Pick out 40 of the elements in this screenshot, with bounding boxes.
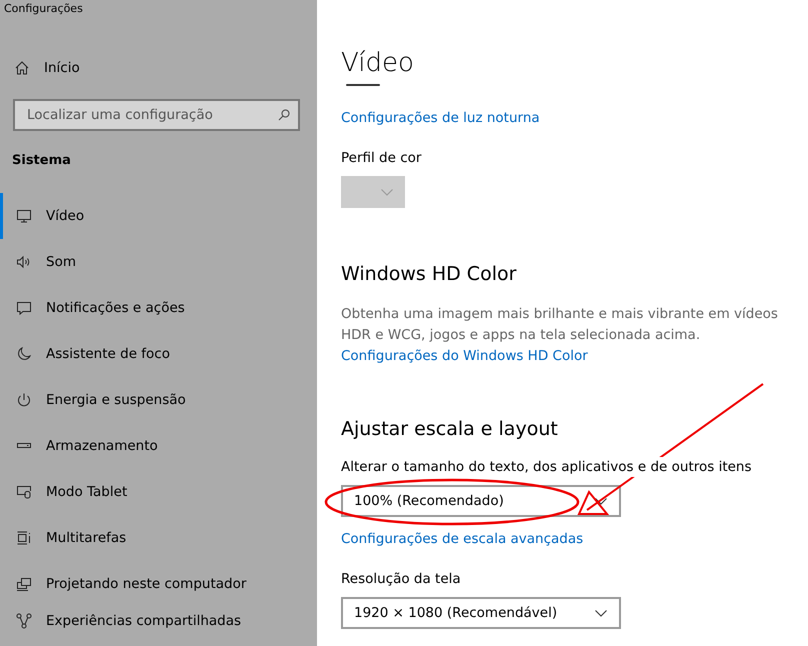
sidebar-item[interactable]: Modo Tablet bbox=[0, 469, 317, 515]
chevron-icon bbox=[595, 498, 607, 504]
sidebar-item[interactable]: Multitarefas bbox=[0, 515, 317, 561]
search-field[interactable]: Localizar uma configuração bbox=[25, 106, 278, 124]
monitor-icon bbox=[16, 208, 32, 224]
sidebar-item[interactable]: Projetando neste computador bbox=[0, 561, 317, 607]
sidebar-item[interactable]: Notificações e ações bbox=[0, 285, 317, 331]
field-label: Resolução da tela bbox=[341, 570, 462, 589]
field-label: Alterar o tamanho do texto, dos aplicativos e de outros itens bbox=[341, 457, 752, 477]
section-heading: Windows HD Color bbox=[341, 262, 518, 287]
resolution-dropdown[interactable]: 1920 × 1080 (Recomendável) bbox=[341, 597, 621, 629]
search-icon bbox=[278, 109, 290, 121]
window-title: Configurações bbox=[4, 2, 84, 16]
power-icon bbox=[16, 392, 32, 408]
section-heading: Ajustar escala e layout bbox=[341, 417, 559, 442]
sidebar-item[interactable]: Armazenamento bbox=[0, 423, 317, 469]
sidebar-item[interactable]: Som bbox=[0, 239, 317, 285]
sidebar-item[interactable]: Energia e suspensão bbox=[0, 377, 317, 423]
night-light-link[interactable]: Configurações de luz noturna bbox=[341, 108, 808, 128]
speaker-icon bbox=[16, 254, 32, 270]
field-label: Perfil de cor bbox=[341, 149, 422, 168]
hd-color-link[interactable]: Configurações do Windows HD Color bbox=[341, 346, 808, 366]
tablet-icon bbox=[16, 484, 32, 500]
sidebar-item[interactable]: Experiências compartilhadas bbox=[0, 607, 317, 635]
advanced-scaling-link[interactable]: Configurações de escala avançadas bbox=[341, 529, 808, 549]
page-title: Vídeo bbox=[341, 47, 415, 80]
moon-icon bbox=[16, 346, 32, 362]
home-icon bbox=[14, 60, 30, 76]
scale-dropdown[interactable]: 100% (Recomendado) bbox=[341, 485, 621, 517]
search-box[interactable]: Localizar uma configuração bbox=[13, 99, 300, 131]
speech-bubble-icon bbox=[16, 300, 32, 316]
section-heading: Sistema bbox=[12, 153, 72, 170]
home-link[interactable]: Início bbox=[44, 60, 80, 76]
projector-icon bbox=[16, 576, 32, 592]
description-text: Obtenha uma imagem mais brilhante e mais vibrante em vídeos HDR e WCG, jogos e apps na tela selecionada acima. bbox=[341, 305, 779, 345]
multitask-icon bbox=[16, 530, 32, 546]
share-icon bbox=[16, 613, 32, 629]
sidebar-item[interactable]: Assistente de foco bbox=[0, 331, 317, 377]
chevron-icon bbox=[595, 610, 607, 616]
chevron-icon bbox=[381, 188, 393, 196]
